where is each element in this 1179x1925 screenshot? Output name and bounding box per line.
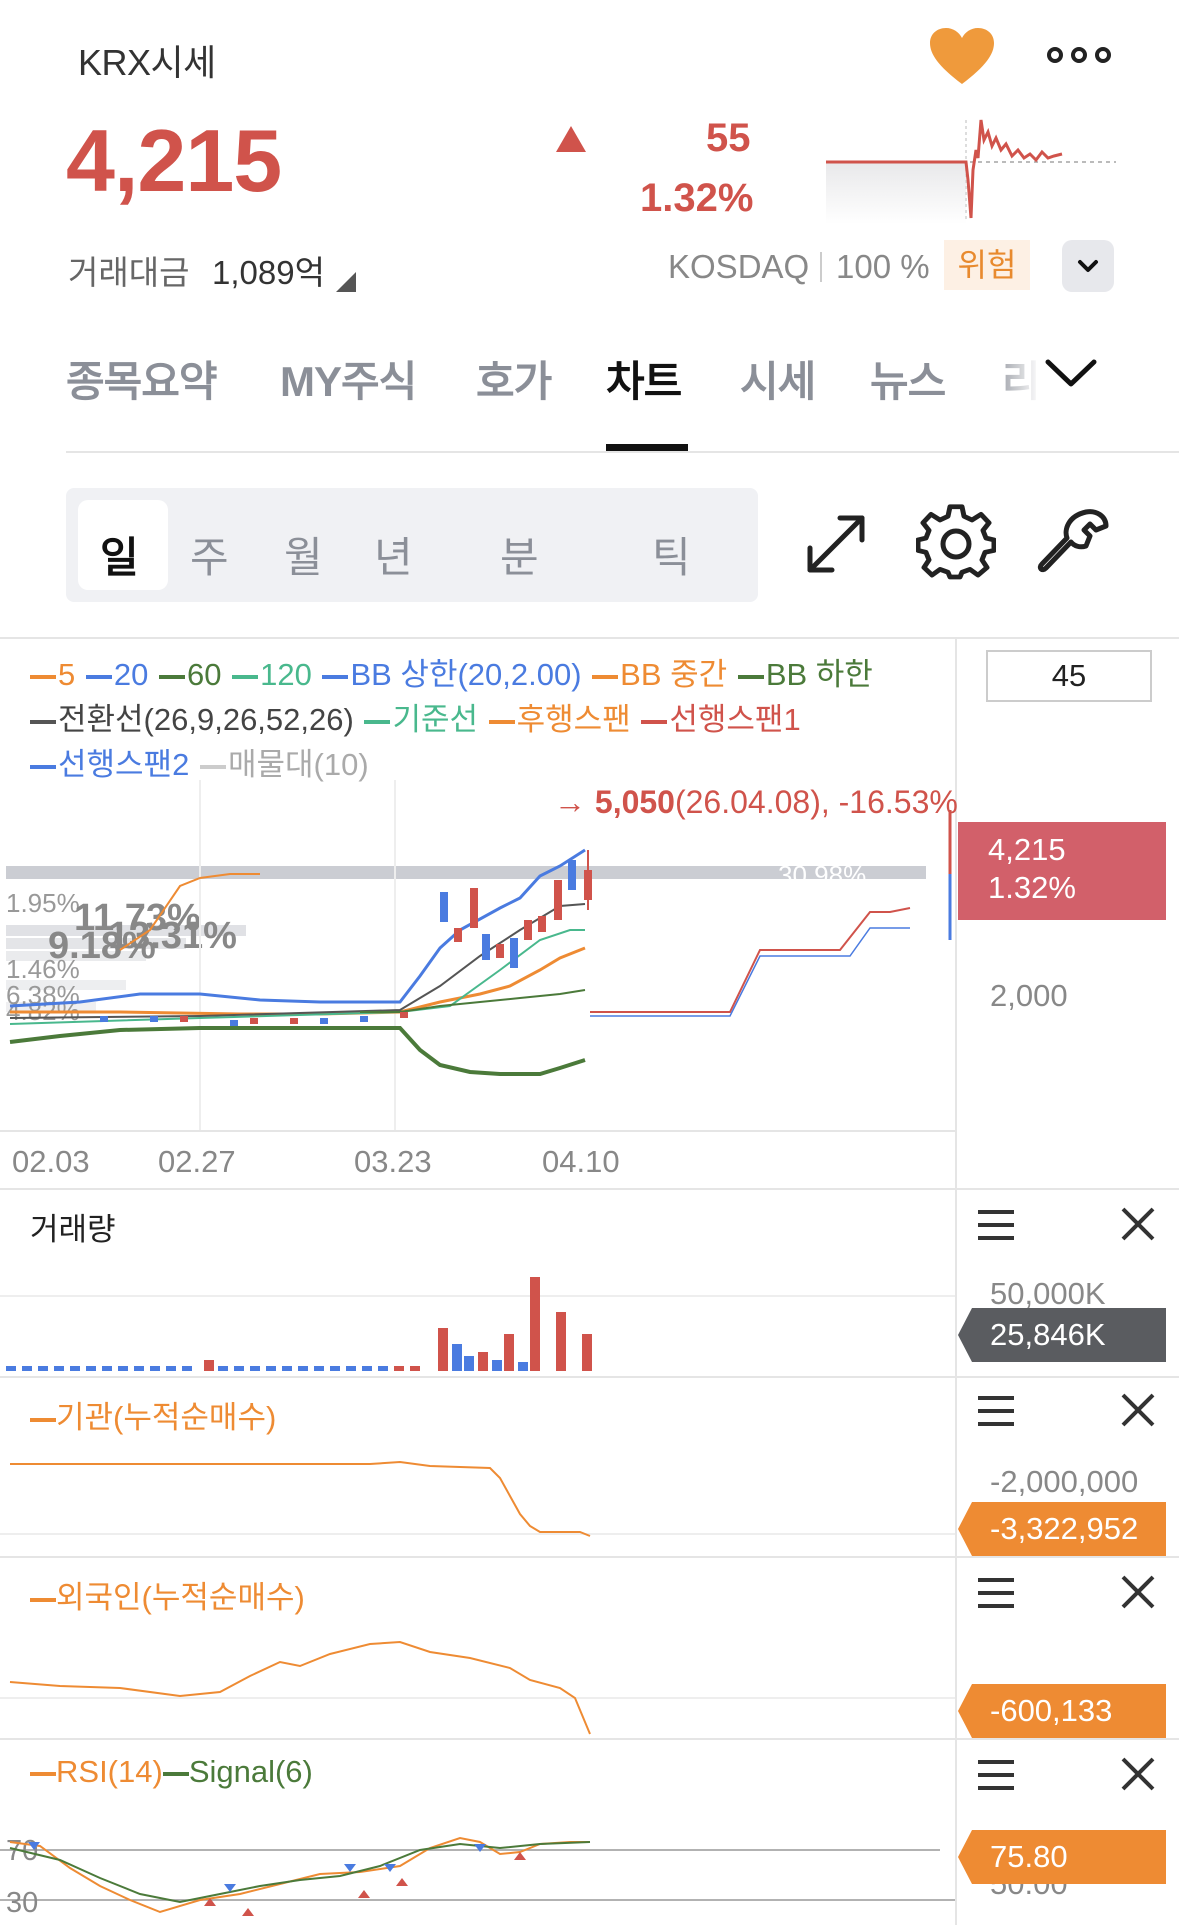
tab-fade — [990, 340, 1040, 410]
tab-orderbook[interactable]: 호가 — [476, 348, 552, 409]
active-tab-indicator — [606, 444, 688, 451]
tabs-expand-chevron-icon[interactable] — [1040, 352, 1102, 396]
margin-rate: 100 % — [836, 248, 930, 285]
close-icon[interactable] — [1120, 1206, 1156, 1242]
period-minute[interactable]: 분 — [500, 524, 539, 585]
risk-badge: 위험 — [944, 240, 1030, 290]
wrench-icon[interactable] — [1034, 504, 1114, 584]
price-axis-label: 2,000 — [990, 978, 1068, 1013]
close-icon[interactable] — [1120, 1392, 1156, 1428]
legend-ma60[interactable]: 60 — [158, 652, 221, 697]
date-label: 03.23 — [354, 1144, 432, 1179]
settings-gear-icon[interactable] — [916, 504, 996, 584]
current-price-tag: 4,215 1.32% — [958, 822, 1166, 920]
rsi-title-text: RSI(14) — [56, 1754, 163, 1789]
heart-icon[interactable] — [928, 26, 996, 86]
divider — [0, 1188, 1179, 1190]
high-arrow-icon: → — [554, 784, 586, 820]
divider — [820, 252, 822, 282]
legend-bb-lower[interactable]: BB 하한 — [737, 652, 873, 697]
price-change-amount: 55 — [706, 116, 751, 160]
period-month[interactable]: 월 — [284, 524, 323, 585]
period-year[interactable]: 년 — [374, 524, 413, 585]
high-price: 5,050 — [594, 784, 675, 820]
legend-bb-upper[interactable]: BB 상한(20,2.00) — [322, 652, 582, 697]
date-label: 04.10 — [542, 1144, 620, 1179]
legend-base-line[interactable]: 기준선 — [364, 697, 478, 742]
tab-news[interactable]: 뉴스 — [870, 348, 946, 409]
trade-value-label: 거래대금 — [68, 254, 190, 291]
volume-chart — [0, 1277, 955, 1371]
market-label: KRX시세 — [78, 42, 216, 83]
institution-chart — [0, 1460, 955, 1537]
signal-title-text: Signal(6) — [188, 1754, 313, 1789]
indicator-legend: 5 20 60 120 BB 상한(20,2.00) BB 중간 BB 하한 전… — [30, 652, 950, 787]
high-info: (26.04.08), -16.53% — [674, 784, 958, 820]
close-icon[interactable] — [1120, 1756, 1156, 1792]
market-name: KOSDAQ — [668, 248, 810, 285]
intraday-sparkline — [826, 119, 1116, 224]
volume-current-tag: 25,846K — [958, 1308, 1166, 1362]
tab-summary[interactable]: 종목요약 — [66, 348, 218, 409]
chart-period-count-input[interactable]: 45 — [986, 650, 1152, 702]
more-options-icon[interactable] — [1045, 40, 1113, 70]
vp-label: 1.95% — [6, 888, 80, 918]
tab-quotes[interactable]: 시세 — [740, 348, 816, 409]
institution-axis-label: -2,000,000 — [990, 1464, 1139, 1499]
rsi-current-tag: 75.80 — [958, 1830, 1166, 1884]
legend-ma20[interactable]: 20 — [85, 652, 148, 697]
price-chart[interactable]: 1.95% 11.73% 13.31% 9.18% 1.46% 6.38% 4.… — [0, 780, 955, 1130]
menu-icon[interactable] — [976, 1576, 1016, 1610]
chart-high-annotation: → 5,050(26.04.08), -16.53% — [554, 784, 958, 821]
institution-current-tag: -3,322,952 — [958, 1502, 1166, 1556]
legend-conversion-line[interactable]: 전환선(26,9,26,52,26) — [30, 697, 354, 742]
period-selector: 일 주 월 년 분 틱 — [66, 488, 758, 602]
menu-icon[interactable] — [976, 1758, 1016, 1792]
legend-ma120[interactable]: 120 — [232, 652, 312, 697]
price-up-icon — [556, 126, 586, 152]
rsi-chart: 70 30 — [0, 1835, 955, 1919]
tab-my-stock[interactable]: MY주식 — [280, 348, 417, 409]
tab-chart[interactable]: 차트 — [606, 348, 682, 409]
period-day[interactable]: 일 — [100, 524, 139, 585]
legend-ma5[interactable]: 5 — [30, 652, 75, 697]
expand-header-button[interactable] — [1062, 240, 1114, 292]
divider — [66, 451, 1179, 453]
menu-icon[interactable] — [976, 1394, 1016, 1428]
vp-label: 30.98% — [778, 860, 866, 890]
menu-icon[interactable] — [976, 1208, 1016, 1242]
close-icon[interactable] — [1120, 1574, 1156, 1610]
foreigner-title-text: 외국인(누적순매수) — [56, 1580, 305, 1615]
date-label: 02.03 — [12, 1144, 90, 1179]
divider — [0, 637, 1179, 639]
foreigner-chart — [0, 1640, 955, 1735]
current-price: 4,215 — [66, 111, 282, 210]
rsi-level-low: 30 — [6, 1887, 38, 1919]
corner-triangle-icon — [336, 272, 356, 292]
divider — [0, 1556, 1179, 1558]
chevron-down-icon — [1078, 260, 1098, 272]
divider — [0, 1738, 1179, 1740]
legend-bb-middle[interactable]: BB 중간 — [592, 652, 727, 697]
rsi-title: RSI(14) Signal(6) — [30, 1754, 313, 1790]
foreigner-title: 외국인(누적순매수) — [30, 1572, 305, 1617]
trade-value: 1,089억 — [212, 254, 325, 291]
current-price-tag-change: 1.32% — [988, 870, 1076, 905]
price-axis-divider — [955, 637, 957, 1925]
price-change-percent: 1.32% — [640, 176, 754, 220]
main-tabs: 종목요약 MY주식 호가 차트 시세 뉴스 리 — [66, 348, 1116, 448]
legend-lagging-span[interactable]: 후행스팬 — [488, 697, 631, 742]
legend-leading-span1[interactable]: 선행스팬1 — [641, 697, 801, 742]
period-week[interactable]: 주 — [190, 524, 229, 585]
volume-axis-label: 50,000K — [990, 1276, 1106, 1311]
current-price-tag-value: 4,215 — [988, 832, 1066, 867]
divider — [0, 1376, 1179, 1378]
date-label: 02.27 — [158, 1144, 236, 1179]
fullscreen-icon[interactable] — [796, 504, 876, 584]
divider — [0, 1130, 957, 1132]
period-tick[interactable]: 틱 — [652, 524, 691, 585]
foreigner-current-tag: -600,133 — [958, 1684, 1166, 1738]
